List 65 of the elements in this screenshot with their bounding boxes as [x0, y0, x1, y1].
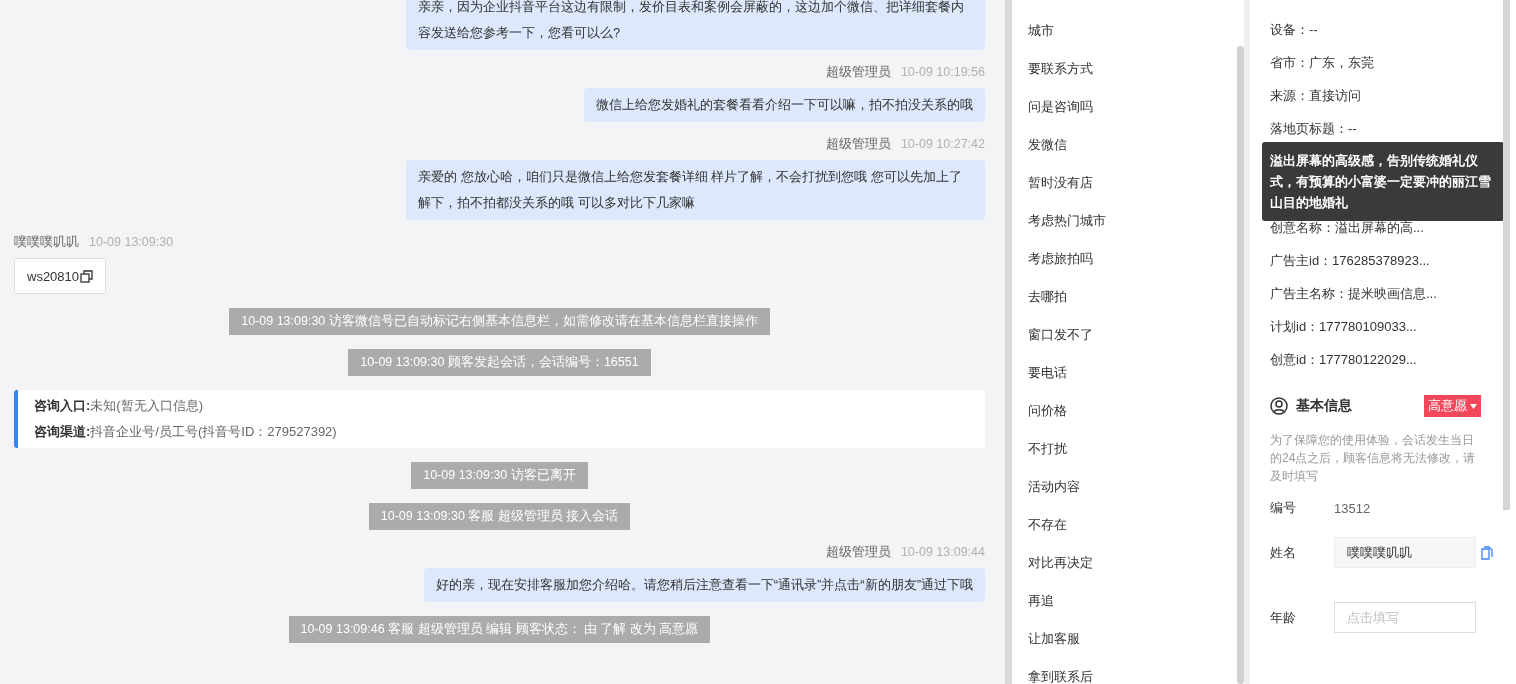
- quick-reply-item[interactable]: 暂时没有店: [1028, 173, 1237, 193]
- info-value: 抖音企业号/员工号(抖音号ID：279527392): [90, 423, 337, 441]
- quick-reply-item[interactable]: 要联系方式: [1028, 59, 1237, 79]
- message-text: ws20810: [27, 268, 80, 284]
- message-bubble: 亲亲，因为企业抖音平台这边有限制，发价目表和案例会屏蔽的，这边加个微信、把详细套餐内容发送给您参考一下，您看可以么?: [406, 0, 985, 50]
- quick-reply-item[interactable]: 城市: [1028, 21, 1237, 41]
- field-label: 姓名: [1270, 543, 1297, 562]
- quick-reply-item[interactable]: 活动内容: [1028, 477, 1237, 497]
- quick-reply-item[interactable]: 发微信: [1028, 135, 1237, 155]
- status-dropdown[interactable]: 高意愿: [1424, 395, 1481, 417]
- quick-reply-item[interactable]: 对比再决定: [1028, 553, 1237, 573]
- detail-row: 计划id：177780109033...: [1270, 319, 1417, 334]
- quick-reply-item[interactable]: 拿到联系后: [1028, 667, 1237, 684]
- quick-reply-item[interactable]: 考虑热门城市: [1028, 211, 1237, 231]
- detail-row: 省市：广东，东莞: [1270, 55, 1374, 70]
- detail-row: 落地页标题：--: [1270, 121, 1357, 136]
- sender-name: 超级管理员: [825, 136, 891, 152]
- info-label: 咨询渠道:: [34, 423, 91, 441]
- message-time: 10-09 10:27:42: [900, 136, 985, 152]
- quick-reply-item[interactable]: 问是咨询吗: [1028, 97, 1237, 117]
- quick-reply-item[interactable]: 不存在: [1028, 515, 1237, 535]
- quick-reply-item[interactable]: 窗口发不了: [1028, 325, 1237, 345]
- detail-row: 广告主id：176285378923...: [1270, 253, 1430, 268]
- detail-row: 设备：--: [1270, 22, 1318, 37]
- tooltip: 溢出屏幕的高级感，告别传统婚礼仪式，有预算的小富婆一定要冲的丽江雪山目的地婚礼: [1262, 142, 1503, 221]
- message-time: 10-09 13:09:44: [900, 544, 985, 560]
- scrollbar[interactable]: [1005, 0, 1012, 684]
- copy-icon[interactable]: [80, 269, 94, 283]
- quick-reply-item[interactable]: 不打扰: [1028, 439, 1237, 459]
- detail-row: 来源：直接访问: [1270, 88, 1361, 103]
- sender-name: 超级管理员: [825, 64, 891, 80]
- sender-name: 噗噗噗叽叽: [14, 234, 79, 250]
- system-notice: 10-09 13:09:46 客服 超级管理员 编辑 顾客状态： 由 了解 改为 高意愿: [288, 616, 711, 643]
- scrollbar[interactable]: [1503, 0, 1510, 510]
- message-time: 10-09 13:09:30: [89, 234, 174, 250]
- system-notice: 10-09 13:09:30 访客已离开: [411, 462, 588, 489]
- message-bubble: 亲爱的 您放心哈，咱们只是微信上给您发套餐详细 样片了解，不会打扰到您哦 您可以先加上了解下，拍不拍都没关系的哦 可以多对比下几家嘛: [406, 160, 985, 220]
- user-icon: [1270, 397, 1288, 415]
- detail-row: 创意id：177780122029...: [1270, 352, 1417, 367]
- field-label: 年龄: [1270, 608, 1297, 627]
- quick-reply-item[interactable]: 问价格: [1028, 401, 1237, 421]
- system-notice: 10-09 13:09:30 客服 超级管理员 接入会话: [368, 503, 631, 530]
- name-field[interactable]: 噗噗噗叽叽: [1334, 537, 1476, 568]
- section-title: 基本信息: [1296, 397, 1353, 415]
- quick-reply-item[interactable]: 去哪拍: [1028, 287, 1237, 307]
- quick-reply-item[interactable]: 考虑旅拍吗: [1028, 249, 1237, 269]
- quick-reply-item[interactable]: 让加客服: [1028, 629, 1237, 649]
- sender-name: 超级管理员: [825, 544, 891, 560]
- quick-reply-item[interactable]: 要电话: [1028, 363, 1237, 383]
- message-bubble: 好的亲，现在安排客服加您介绍哈。请您稍后注意查看一下“通讯录”并点击“新的朋友”通过下哦: [423, 568, 985, 602]
- scrollbar[interactable]: [1237, 46, 1244, 684]
- caret-icon: [1470, 403, 1477, 409]
- quick-reply-item[interactable]: 再追: [1028, 591, 1237, 611]
- field-value: 13512: [1334, 500, 1371, 516]
- system-notice: 10-09 13:09:30 访客微信号已自动标记右侧基本信息栏，如需修改请在基本信息栏直接操作: [229, 308, 770, 335]
- message-time: 10-09 10:19:56: [900, 64, 985, 80]
- info-label: 咨询入口:: [34, 397, 91, 415]
- age-field[interactable]: 点击填写: [1334, 602, 1476, 633]
- message-bubble: 微信上给您发婚礼的套餐看看介绍一下可以嘛，拍不拍没关系的哦: [584, 88, 985, 122]
- detail-row: 广告主名称：提米映画信息...: [1270, 286, 1437, 301]
- system-notice: 10-09 13:09:30 顾客发起会话，会话编号：16551: [348, 349, 651, 376]
- field-label: 编号: [1270, 499, 1297, 517]
- info-value: 未知(暂无入口信息): [90, 397, 203, 415]
- detail-row: 创意名称：溢出屏幕的高...: [1270, 220, 1424, 235]
- notice-text: 为了保障您的使用体验，会话发生当日的24点之后，顾客信息将无法修改，请及时填写: [1270, 432, 1477, 485]
